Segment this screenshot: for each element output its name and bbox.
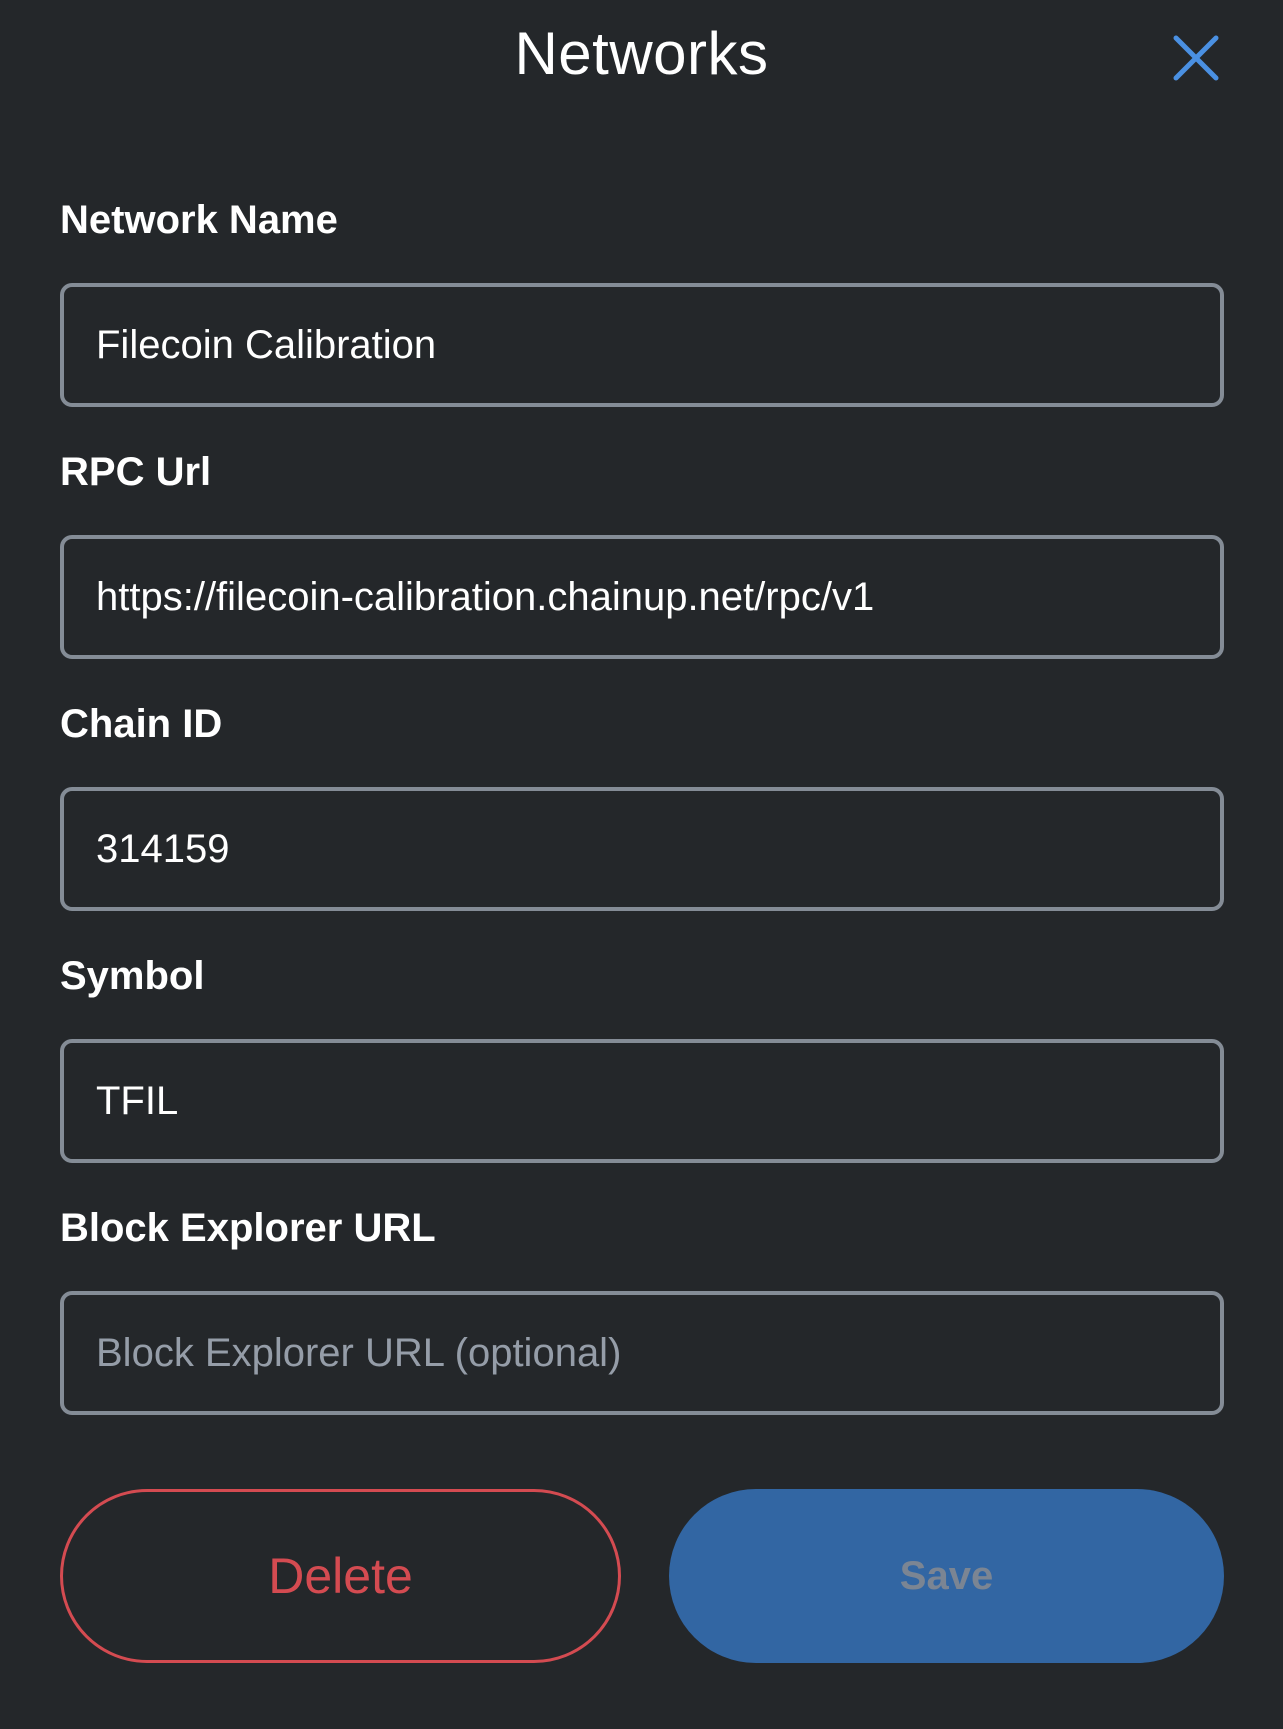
symbol-label: Symbol <box>60 954 205 998</box>
close-button[interactable] <box>1170 32 1222 84</box>
rpc-url-input[interactable] <box>60 535 1224 659</box>
chain-id-input[interactable] <box>60 787 1224 911</box>
delete-button-label: Delete <box>268 1548 413 1604</box>
rpc-url-label: RPC Url <box>60 450 212 494</box>
delete-button[interactable]: Delete <box>60 1489 621 1663</box>
chain-id-label: Chain ID <box>60 702 223 746</box>
save-button[interactable]: Save <box>669 1489 1224 1663</box>
symbol-input[interactable] <box>60 1039 1224 1163</box>
block-explorer-url-input[interactable] <box>60 1291 1224 1415</box>
close-icon <box>1173 35 1219 81</box>
network-name-input[interactable] <box>60 283 1224 407</box>
network-name-label: Network Name <box>60 198 338 242</box>
page-title: Networks <box>514 20 769 87</box>
network-edit-screen: Networks Network Name RPC Url Chain ID S… <box>0 0 1283 1729</box>
save-button-label: Save <box>899 1553 994 1598</box>
block-explorer-url-label: Block Explorer URL <box>60 1206 436 1250</box>
